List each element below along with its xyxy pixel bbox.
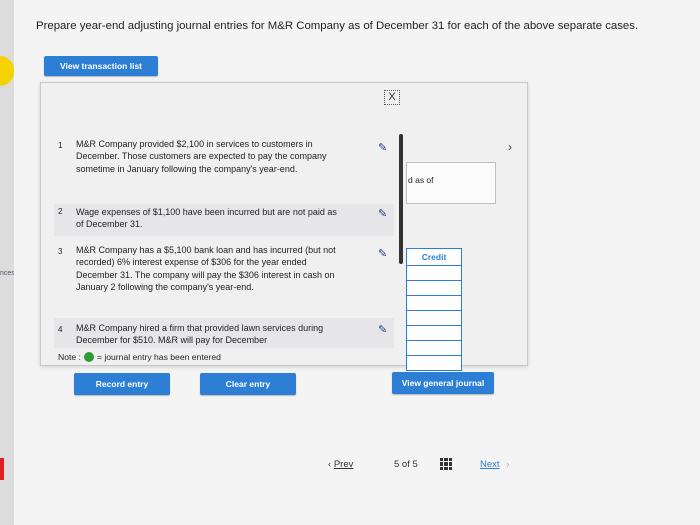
transaction-item-2: 2 Wage expenses of $1,100 have been incu… bbox=[54, 204, 394, 236]
clear-entry-button[interactable]: Clear entry bbox=[200, 373, 296, 395]
close-icon[interactable]: X bbox=[384, 90, 400, 105]
chevron-left-icon: ‹ bbox=[328, 459, 332, 470]
transaction-item-3: 3 M&R Company has a $5,100 bank loan and… bbox=[54, 244, 394, 314]
credit-input[interactable] bbox=[406, 326, 462, 341]
transaction-text: M&R Company hired a firm that provided l… bbox=[76, 323, 324, 346]
red-edge-marker bbox=[0, 458, 4, 480]
note-prefix: Note : bbox=[58, 352, 81, 362]
grid-icon[interactable] bbox=[440, 458, 452, 470]
transaction-text: M&R Company provided $2,100 in services … bbox=[76, 139, 327, 174]
credit-header: Credit bbox=[406, 248, 462, 266]
transaction-item-1: 1 M&R Company provided $2,100 in service… bbox=[54, 138, 394, 202]
note: Note : = journal entry has been entered bbox=[58, 352, 221, 362]
side-label: nces bbox=[0, 270, 15, 277]
record-entry-button[interactable]: Record entry bbox=[74, 373, 170, 395]
chevron-right-icon[interactable]: › bbox=[508, 140, 512, 154]
edit-pencil-icon[interactable]: ✎ bbox=[378, 248, 387, 260]
credit-input[interactable] bbox=[406, 311, 462, 326]
transaction-number: 1 bbox=[58, 141, 63, 150]
edit-pencil-icon[interactable]: ✎ bbox=[378, 324, 387, 336]
view-transaction-list-button[interactable]: View transaction list bbox=[44, 56, 158, 76]
credit-input[interactable] bbox=[406, 341, 462, 356]
edit-pencil-icon[interactable]: ✎ bbox=[378, 142, 387, 154]
next-label: Next bbox=[480, 459, 500, 470]
credit-input[interactable] bbox=[406, 356, 462, 371]
prev-label: Prev bbox=[333, 459, 354, 470]
transaction-text: M&R Company has a $5,100 bank loan and h… bbox=[76, 245, 336, 293]
transaction-text: Wage expenses of $1,100 have been incurr… bbox=[76, 207, 337, 230]
page-indicator: 5 of 5 bbox=[394, 459, 418, 470]
transaction-number: 2 bbox=[58, 207, 63, 216]
chevron-right-icon: › bbox=[506, 459, 510, 470]
transaction-number: 3 bbox=[58, 247, 63, 256]
credit-input[interactable] bbox=[406, 296, 462, 311]
view-general-journal-button[interactable]: View general journal bbox=[392, 372, 494, 394]
credit-input[interactable] bbox=[406, 281, 462, 296]
note-suffix: = journal entry has been entered bbox=[96, 352, 221, 362]
prev-button[interactable]: ‹ Prev bbox=[328, 459, 353, 470]
transaction-number: 4 bbox=[58, 325, 63, 334]
scrollbar[interactable] bbox=[399, 134, 403, 264]
transaction-item-4: 4 M&R Company hired a firm that provided… bbox=[54, 318, 394, 348]
credit-input[interactable] bbox=[406, 266, 462, 281]
transaction-list: 1 M&R Company provided $2,100 in service… bbox=[54, 132, 398, 348]
credit-column: Credit bbox=[406, 248, 462, 371]
next-button[interactable]: Next › bbox=[480, 459, 509, 470]
journal-info-text: d as of bbox=[408, 175, 434, 185]
page-heading: Prepare year-end adjusting journal entri… bbox=[36, 20, 639, 32]
entered-dot-icon bbox=[83, 352, 94, 362]
edit-pencil-icon[interactable]: ✎ bbox=[378, 208, 387, 220]
